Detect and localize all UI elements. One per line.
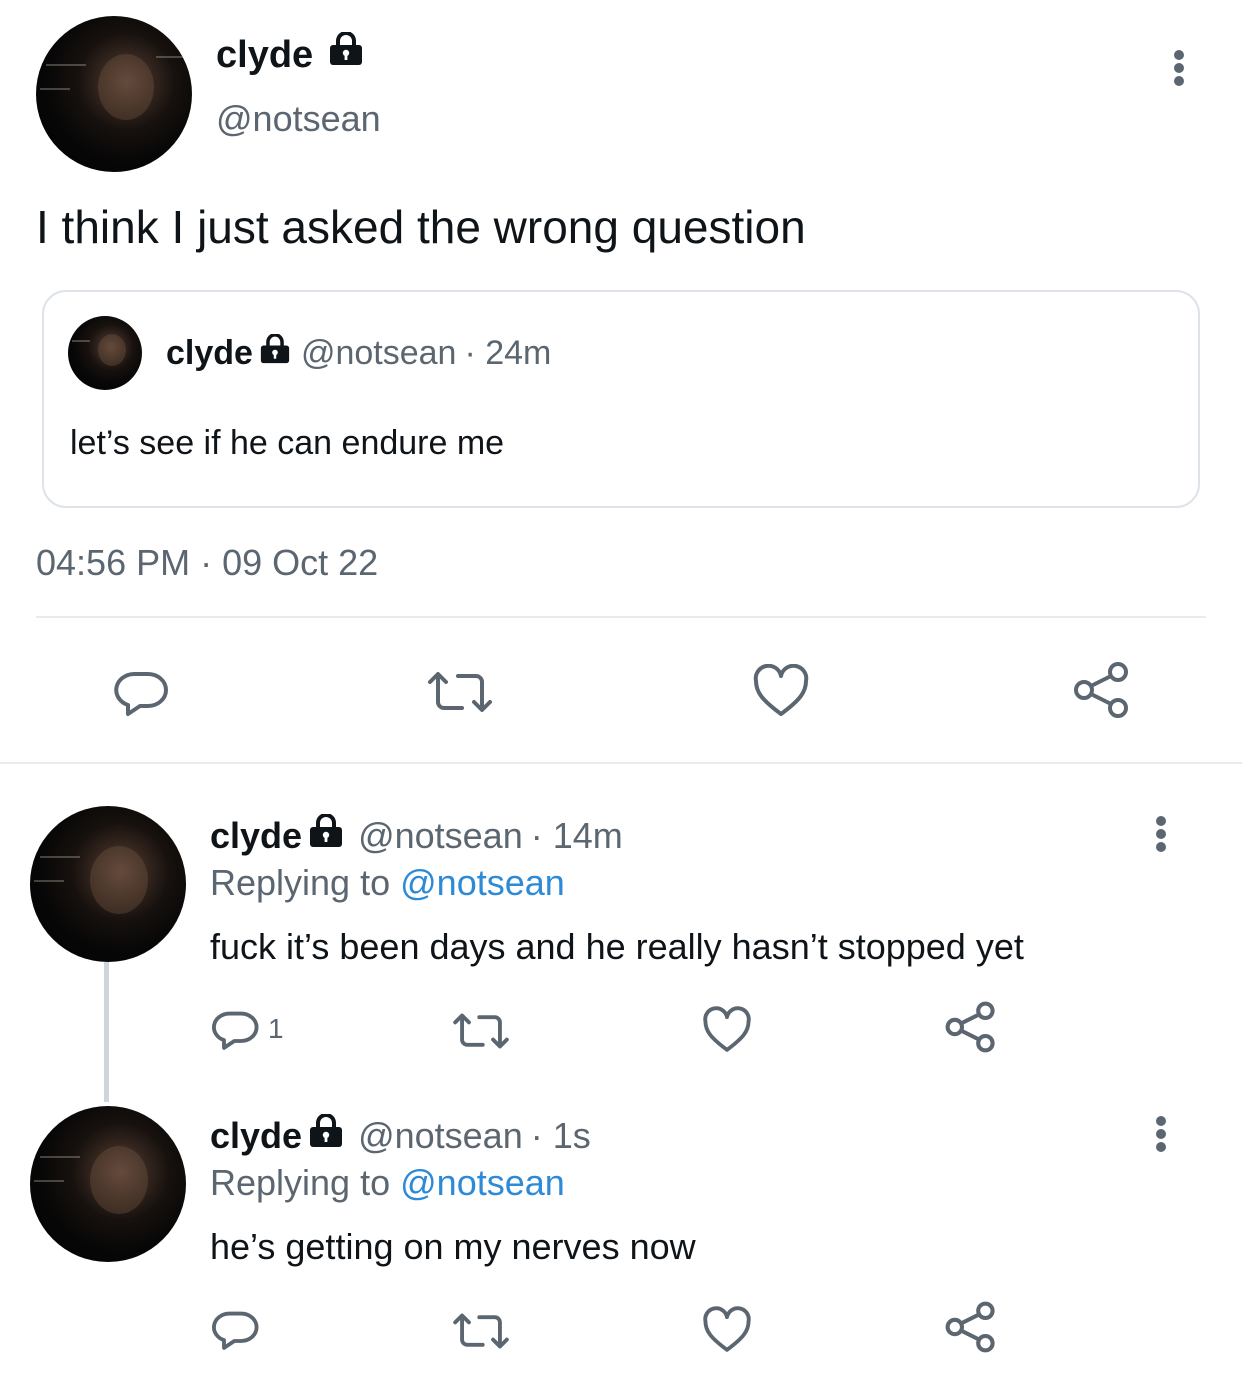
reply-button[interactable]: 1 (212, 1006, 284, 1052)
replying-to-link[interactable]: @notsean (400, 862, 565, 903)
tweet-timestamp: 04:56 PM · 09 Oct 22 (36, 542, 379, 583)
author-name[interactable]: clyde (216, 31, 364, 79)
more-vertical-icon[interactable] (1155, 1116, 1167, 1152)
reply-button[interactable] (114, 666, 170, 718)
quoted-author-name: clyde (166, 334, 253, 372)
author-handle[interactable]: @notsean (216, 98, 381, 140)
more-vertical-icon[interactable] (1173, 50, 1185, 86)
author-name[interactable]: clyde (210, 1115, 302, 1157)
heart-icon (703, 1306, 751, 1352)
quoted-time: · 24m (464, 334, 552, 372)
like-button[interactable] (752, 664, 810, 718)
share-icon (945, 1301, 995, 1353)
quoted-tweet-card[interactable]: clyde @notsean · 24m let’s see if he can… (42, 290, 1200, 508)
lock-icon (308, 813, 344, 857)
author-handle[interactable]: @notsean (358, 1115, 523, 1157)
tweet-text: fuck it’s been days and he really hasn’t… (210, 926, 1024, 967)
reply-icon (212, 1011, 259, 1050)
reply-icon (212, 1311, 259, 1350)
replying-to: Replying to @notsean (210, 1162, 565, 1204)
like-button[interactable] (702, 1006, 752, 1054)
avatar[interactable] (30, 806, 186, 962)
tweet-time: · 1s (530, 1114, 591, 1156)
lock-icon (328, 31, 364, 76)
replying-to: Replying to @notsean (210, 862, 565, 904)
tweet-time: · 14m (530, 814, 623, 856)
lock-icon (308, 1113, 344, 1157)
avatar[interactable] (30, 1106, 186, 1262)
retweet-icon (428, 672, 492, 712)
replying-to-link[interactable]: @notsean (400, 1162, 565, 1203)
divider (36, 616, 1206, 618)
lock-icon (259, 333, 291, 373)
author-handle[interactable]: @notsean (358, 815, 523, 857)
reply-button[interactable] (212, 1306, 260, 1352)
like-button[interactable] (702, 1306, 752, 1354)
replying-to-label: Replying to (210, 1162, 391, 1203)
quoted-text: let’s see if he can endure me (70, 424, 505, 462)
heart-icon (753, 664, 809, 716)
share-button[interactable] (944, 1300, 998, 1354)
retweet-button[interactable] (450, 1008, 512, 1054)
share-button[interactable] (1072, 660, 1132, 720)
share-icon (1074, 662, 1128, 718)
author-name[interactable]: clyde (210, 815, 302, 857)
reply-icon (114, 672, 168, 716)
avatar (68, 316, 142, 390)
retweet-button[interactable] (424, 666, 496, 718)
quoted-author-handle: @notsean (300, 334, 457, 372)
retweet-icon (453, 1013, 509, 1049)
retweet-icon (453, 1313, 509, 1349)
tweet-text: he’s getting on my nerves now (210, 1226, 696, 1267)
share-button[interactable] (944, 1000, 998, 1054)
heart-icon (703, 1006, 751, 1052)
reply-count: 1 (268, 1013, 284, 1044)
author-name-text: clyde (216, 34, 314, 76)
thread-line (104, 962, 109, 1102)
replying-to-label: Replying to (210, 862, 391, 903)
retweet-button[interactable] (450, 1308, 512, 1354)
share-icon (945, 1001, 995, 1053)
tweet-text: I think I just asked the wrong question (36, 201, 806, 253)
more-vertical-icon[interactable] (1155, 816, 1167, 852)
divider (0, 762, 1242, 764)
avatar[interactable] (36, 16, 192, 172)
